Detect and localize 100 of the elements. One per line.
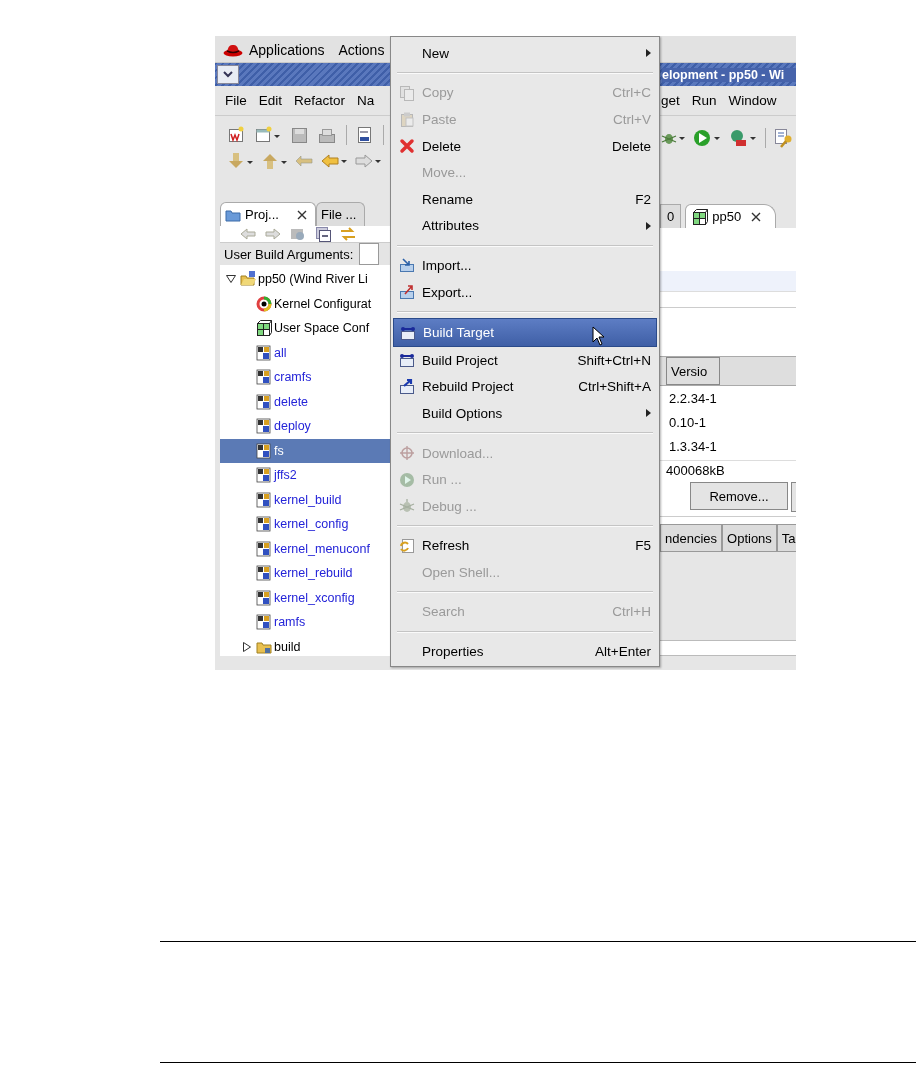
menu-item[interactable]: Build Options — [391, 400, 659, 427]
tree-item[interactable]: build — [220, 634, 390, 656]
tree-item[interactable]: delete — [220, 389, 390, 414]
clipboard-icon — [399, 111, 415, 128]
expand-arrow-icon[interactable] — [242, 641, 252, 652]
menu-item: Move... — [421, 164, 468, 183]
new-window-icon[interactable] — [255, 126, 281, 144]
tree-item[interactable]: jffs2 — [220, 463, 390, 488]
tree-item[interactable]: kernel_menuconf — [220, 536, 390, 561]
tree-item[interactable]: kernel_xconfig — [220, 585, 390, 610]
tree-item[interactable]: deploy — [220, 414, 390, 439]
menu-item[interactable]: Rename F2 — [391, 185, 659, 213]
tree-item[interactable]: ramfs — [220, 610, 390, 635]
menu-bar-item[interactable]: File — [225, 93, 247, 108]
collapse-arrow-icon[interactable] — [226, 274, 236, 285]
table-cell-text: 0.10-1 — [668, 413, 707, 432]
tree-item[interactable]: kernel_rebuild — [220, 561, 390, 586]
panel-tab[interactable]: File ... — [315, 202, 366, 226]
rebuild-icon — [399, 378, 415, 395]
panel-menu[interactable]: Actions — [338, 41, 385, 58]
table-cell-text: 2.2.34-1 — [668, 389, 718, 408]
back-arrow-icon[interactable] — [321, 153, 347, 169]
menu-item: Open Shell... — [421, 563, 502, 582]
menu-bar-item[interactable]: Window — [728, 93, 777, 108]
collapse-all-icon[interactable] — [315, 226, 331, 242]
play-icon — [399, 471, 415, 488]
tree-item[interactable]: kernel_config — [220, 512, 390, 537]
menu-item: Download... — [391, 439, 659, 467]
makefile-icon — [256, 614, 272, 631]
menu-bar-item[interactable]: Refactor — [294, 93, 346, 108]
menu-item[interactable]: Build Target — [393, 318, 657, 347]
menu-item[interactable]: Rebuild Project Ctrl+Shift+A — [391, 373, 659, 401]
back-arrow-icon[interactable] — [240, 228, 256, 240]
run-icon[interactable] — [693, 129, 721, 147]
run-external-icon[interactable] — [729, 129, 757, 147]
swap-arrows-icon[interactable] — [295, 153, 313, 169]
delete-icon — [399, 138, 415, 155]
tree-item[interactable]: fs — [220, 438, 390, 463]
menu-item: Search Ctrl+H — [421, 603, 652, 622]
link-arrows-icon[interactable] — [340, 226, 356, 242]
makefile-icon — [256, 565, 272, 582]
menu-item[interactable]: New — [391, 40, 659, 67]
import-icon — [399, 257, 415, 274]
print-icon[interactable] — [318, 126, 336, 144]
editor-tab[interactable]: Options — [722, 524, 777, 552]
forward-arrow-icon[interactable] — [355, 153, 381, 169]
menu-bar-item[interactable]: Run — [691, 93, 717, 108]
menu-bar-item[interactable]: Edit — [258, 93, 283, 108]
folder-icon — [225, 207, 241, 222]
editor-tab[interactable]: 0 — [660, 204, 682, 228]
column-header[interactable]: Versio — [666, 357, 720, 385]
hat-icon — [223, 42, 243, 57]
makefile-icon — [256, 589, 272, 606]
cube-icon — [692, 208, 709, 225]
makefile-icon — [256, 540, 272, 557]
ring-icon — [256, 295, 272, 312]
text-field[interactable] — [359, 243, 380, 265]
menu-item[interactable]: Export... — [391, 278, 659, 306]
window-menu-button[interactable] — [217, 65, 239, 84]
tree-item[interactable]: pp50 (Wind River Li — [220, 267, 390, 292]
menu-item[interactable]: Properties Alt+Enter — [391, 638, 659, 665]
makefile-icon — [256, 442, 272, 459]
menu-bar-item[interactable]: Na — [357, 93, 375, 108]
panel-tab[interactable]: Proj... — [220, 202, 316, 226]
binary-file-icon[interactable] — [357, 126, 373, 144]
menu-item[interactable]: Refresh F5 — [391, 532, 659, 560]
editor-tab[interactable]: pp50 — [685, 204, 777, 228]
menu-bar-item[interactable]: get — [661, 93, 680, 108]
makefile-icon — [256, 491, 272, 508]
menu-item: Debug ... — [391, 492, 659, 520]
menu-item[interactable]: Build Project Shift+Ctrl+N — [391, 346, 659, 374]
menu-item[interactable]: Attributes — [391, 212, 659, 240]
document-key-icon[interactable] — [774, 128, 794, 148]
remove-button[interactable]: Remove... — [690, 482, 788, 510]
tree-item[interactable]: kernel_build — [220, 487, 390, 512]
tree-item[interactable]: cramfs — [220, 365, 390, 390]
close-icon[interactable] — [751, 211, 762, 222]
menu-item[interactable]: Delete Delete — [391, 132, 659, 160]
editor-tab[interactable]: ndencies — [660, 524, 723, 552]
makefile-icon — [256, 393, 272, 410]
tree-item[interactable]: Kernel Configurat — [220, 291, 390, 316]
folder-project-icon — [240, 271, 256, 288]
makefile-icon — [256, 467, 272, 484]
up-arrow-icon[interactable] — [261, 152, 287, 170]
tree-item[interactable]: User Space Conf — [220, 316, 390, 341]
close-icon[interactable] — [296, 209, 307, 220]
makefile-icon — [256, 516, 272, 533]
forward-arrow-icon[interactable] — [265, 228, 281, 240]
menu-item: Copy Ctrl+C — [391, 79, 659, 107]
build-icon — [400, 324, 416, 341]
editor-tab[interactable]: Ta — [776, 524, 796, 552]
down-arrow-icon[interactable] — [227, 152, 253, 170]
tree-item[interactable]: all — [220, 340, 390, 365]
save-icon[interactable] — [291, 126, 308, 144]
build-icon — [399, 352, 415, 369]
panel-menu[interactable]: Applications — [249, 41, 325, 58]
field-label: User Build Arguments: — [224, 246, 354, 262]
menu-item[interactable]: Import... — [391, 252, 659, 279]
folder-up-icon[interactable] — [290, 226, 306, 242]
new-file-icon[interactable] — [227, 126, 245, 144]
